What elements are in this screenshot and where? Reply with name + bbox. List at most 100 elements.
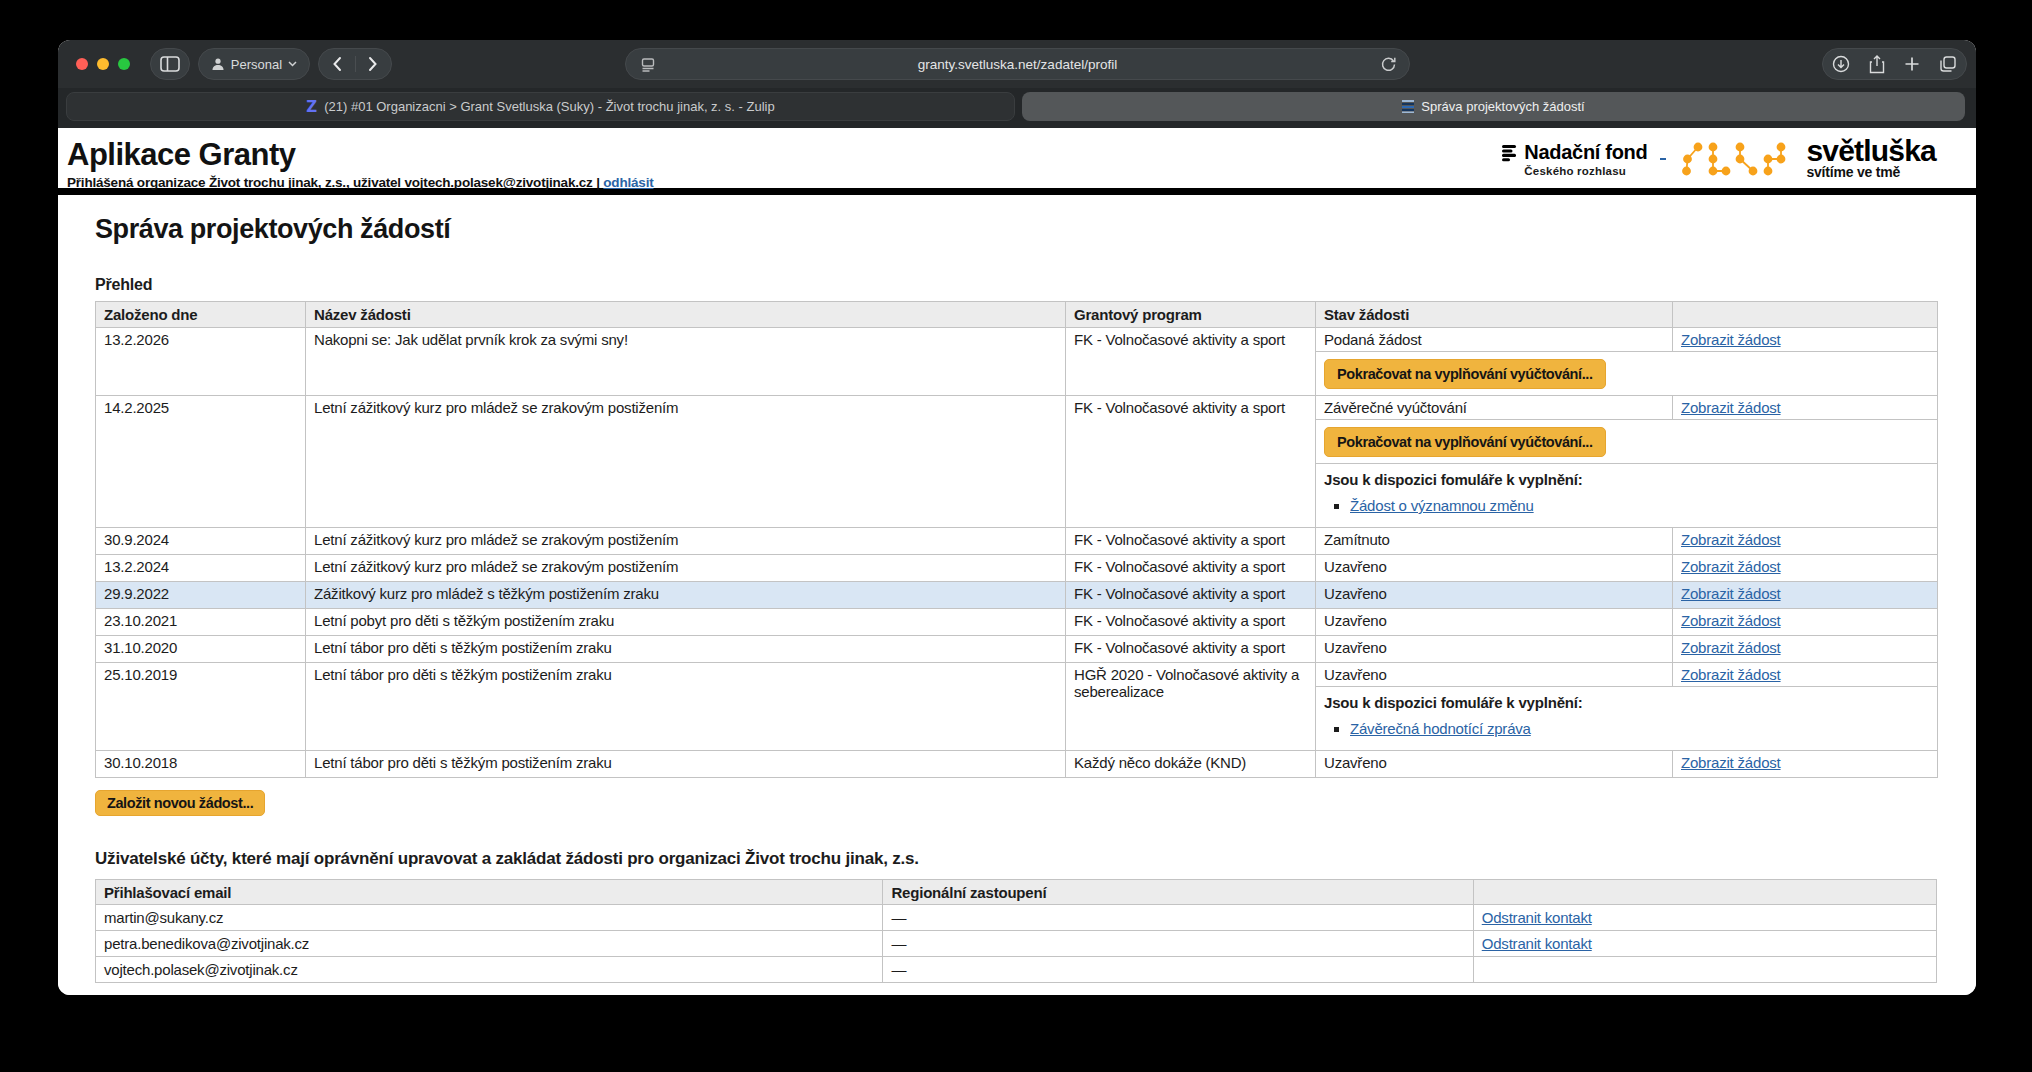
continue-button-cell: Pokračovat na vyplňování vyúčtování...: [1316, 352, 1938, 396]
reload-button[interactable]: [1380, 56, 1397, 73]
browser-window: Personal: [58, 40, 1976, 995]
tab-title: Správa projektových žádostí: [1421, 99, 1584, 114]
view-application-link[interactable]: Zobrazit žádost: [1681, 331, 1781, 348]
view-application-link[interactable]: Zobrazit žádost: [1681, 399, 1781, 416]
form-link[interactable]: Žádost o významnou změnu: [1350, 497, 1534, 514]
application-program: Každý něco dokáže (KND): [1066, 751, 1316, 778]
form-link[interactable]: Závěrečná hodnotící zpráva: [1350, 720, 1531, 737]
view-application-link[interactable]: Zobrazit žádost: [1681, 754, 1781, 771]
application-date: 13.2.2024: [96, 555, 306, 582]
cesky-rozhlas-icon: [1502, 141, 1517, 162]
application-row: 14.2.2025Letní zážitkový kurz pro mládež…: [96, 396, 1938, 420]
application-status: Uzavřeno: [1316, 609, 1673, 636]
users-table-header: Přihlašovací emailRegionální zastoupení: [96, 880, 1937, 905]
tab-overview-button[interactable]: [1939, 55, 1957, 73]
applications-table-header: Založeno dneNázev žádostiGrantový progra…: [96, 302, 1938, 328]
tab-zulip[interactable]: Z (21) #01 Organizacni > Grant Svetluska…: [66, 92, 1015, 121]
login-info-text: Přihlášená organizace Život trochu jinak…: [67, 175, 600, 190]
new-tab-button[interactable]: [1904, 56, 1920, 72]
page-settings-icon[interactable]: [640, 57, 656, 73]
chevron-down-icon: [288, 61, 297, 67]
application-date: 29.9.2022: [96, 582, 306, 609]
application-program: FK - Volnočasové aktivity a sport: [1066, 636, 1316, 663]
application-program: FK - Volnočasové aktivity a sport: [1066, 609, 1316, 636]
view-application-link[interactable]: Zobrazit žádost: [1681, 639, 1781, 656]
page-title: Správa projektových žádostí: [95, 214, 1939, 245]
application-program: FK - Volnočasové aktivity a sport: [1066, 328, 1316, 396]
application-name: Nakopni se: Jak udělat prvník krok za sv…: [306, 328, 1066, 396]
application-date: 30.10.2018: [96, 751, 306, 778]
zoom-window-button[interactable]: [118, 58, 130, 70]
application-row: 31.10.2020Letní tábor pro děti s těžkým …: [96, 636, 1938, 663]
remove-contact-link[interactable]: Odstranit kontakt: [1482, 909, 1592, 926]
user-email: vojtech.polasek@zivotjinak.cz: [96, 957, 883, 983]
remove-contact-link[interactable]: Odstranit kontakt: [1482, 935, 1592, 952]
continue-accounting-button[interactable]: Pokračovat na vyplňování vyúčtování...: [1324, 359, 1606, 389]
application-status: Uzavřeno: [1316, 636, 1673, 663]
continue-button-cell: Pokračovat na vyplňování vyúčtování...: [1316, 420, 1938, 464]
forms-available-label: Jsou k dispozici fomuláře k vyplnění:: [1324, 690, 1929, 711]
users-table: Přihlašovací emailRegionální zastoupení …: [95, 879, 1937, 983]
url-text: granty.svetluska.net/zadatel/profil: [918, 57, 1117, 72]
view-application-link[interactable]: Zobrazit žádost: [1681, 585, 1781, 602]
sidebar-icon: [160, 56, 180, 72]
user-action-cell: [1473, 957, 1936, 983]
application-name: Zážitkový kurz pro mládež s těžkým posti…: [306, 582, 1066, 609]
applications-table-body: 13.2.2026Nakopni se: Jak udělat prvník k…: [96, 328, 1938, 778]
application-action-cell: Zobrazit žádost: [1673, 609, 1938, 636]
application-row: 30.9.2024Letní zážitkový kurz pro mládež…: [96, 528, 1938, 555]
column-header: Přihlašovací email: [96, 880, 883, 905]
application-status: Uzavřeno: [1316, 663, 1673, 687]
continue-accounting-button[interactable]: Pokračovat na vyplňování vyúčtování...: [1324, 427, 1606, 457]
close-window-button[interactable]: [76, 58, 88, 70]
user-row: martin@sukany.cz—Odstranit kontakt: [96, 905, 1937, 931]
application-action-cell: Zobrazit žádost: [1673, 636, 1938, 663]
column-header: Grantový program: [1066, 302, 1316, 328]
view-application-link[interactable]: Zobrazit žádost: [1681, 612, 1781, 629]
application-action-cell: Zobrazit žádost: [1673, 328, 1938, 352]
application-date: 31.10.2020: [96, 636, 306, 663]
main-content: Správa projektových žádostí Přehled Zalo…: [58, 214, 1976, 983]
forward-button[interactable]: [355, 56, 391, 72]
fund-name: Nadační fond: [1524, 141, 1647, 164]
view-application-link[interactable]: Zobrazit žádost: [1681, 666, 1781, 683]
share-button[interactable]: [1869, 55, 1885, 74]
application-status: Závěrečné vyúčtování: [1316, 396, 1673, 420]
user-region: —: [883, 957, 1473, 983]
window-controls: [76, 58, 130, 70]
column-header: Název žádosti: [306, 302, 1066, 328]
forms-cell: Jsou k dispozici fomuláře k vyplnění: Záv…: [1316, 687, 1938, 751]
minimize-window-button[interactable]: [97, 58, 109, 70]
user-row: petra.benedikova@zivotjinak.cz—Odstranit…: [96, 931, 1937, 957]
address-bar[interactable]: granty.svetluska.net/zadatel/profil: [625, 48, 1410, 80]
brand-name: světluška: [1806, 138, 1936, 164]
view-application-link[interactable]: Zobrazit žádost: [1681, 558, 1781, 575]
form-list-item: Žádost o významnou změnu: [1350, 497, 1929, 514]
application-date: 13.2.2026: [96, 328, 306, 396]
sidebar-toggle-button[interactable]: [150, 48, 190, 80]
application-status: Uzavřeno: [1316, 582, 1673, 609]
application-action-cell: Zobrazit žádost: [1673, 582, 1938, 609]
tab-granty-active[interactable]: Správa projektových žádostí: [1022, 92, 1965, 121]
chevron-right-icon: [368, 56, 378, 72]
nadacni-fond-logo: Nadační fond Českého rozhlasu: [1502, 141, 1647, 177]
tab-title: (21) #01 Organizacni > Grant Svetluska (…: [324, 99, 774, 114]
application-action-cell: Zobrazit žádost: [1673, 528, 1938, 555]
view-application-link[interactable]: Zobrazit žádost: [1681, 531, 1781, 548]
downloads-button[interactable]: [1832, 55, 1850, 73]
forms-available-label: Jsou k dispozici fomuláře k vyplnění:: [1324, 467, 1929, 488]
application-name: Letní zážitkový kurz pro mládež se zrako…: [306, 396, 1066, 528]
application-program: FK - Volnočasové aktivity a sport: [1066, 582, 1316, 609]
forms-cell: Jsou k dispozici fomuláře k vyplnění: Žád…: [1316, 464, 1938, 528]
logout-link[interactable]: odhlásit: [603, 175, 653, 190]
header-logos: Nadační fond Českého rozhlasu: [1502, 138, 1936, 180]
profile-switcher[interactable]: Personal: [198, 48, 310, 80]
application-row: 23.10.2021Letní pobyt pro děti s těžkým …: [96, 609, 1938, 636]
new-application-button[interactable]: Založit novou žádost...: [95, 790, 265, 816]
user-region: —: [883, 931, 1473, 957]
application-status: Uzavřeno: [1316, 751, 1673, 778]
back-button[interactable]: [319, 56, 355, 72]
form-list-item: Závěrečná hodnotící zpráva: [1350, 720, 1929, 737]
svetluska-logo: světluška svítíme ve tmě: [1806, 138, 1936, 180]
applications-table: Založeno dneNázev žádostiGrantový progra…: [95, 301, 1938, 778]
